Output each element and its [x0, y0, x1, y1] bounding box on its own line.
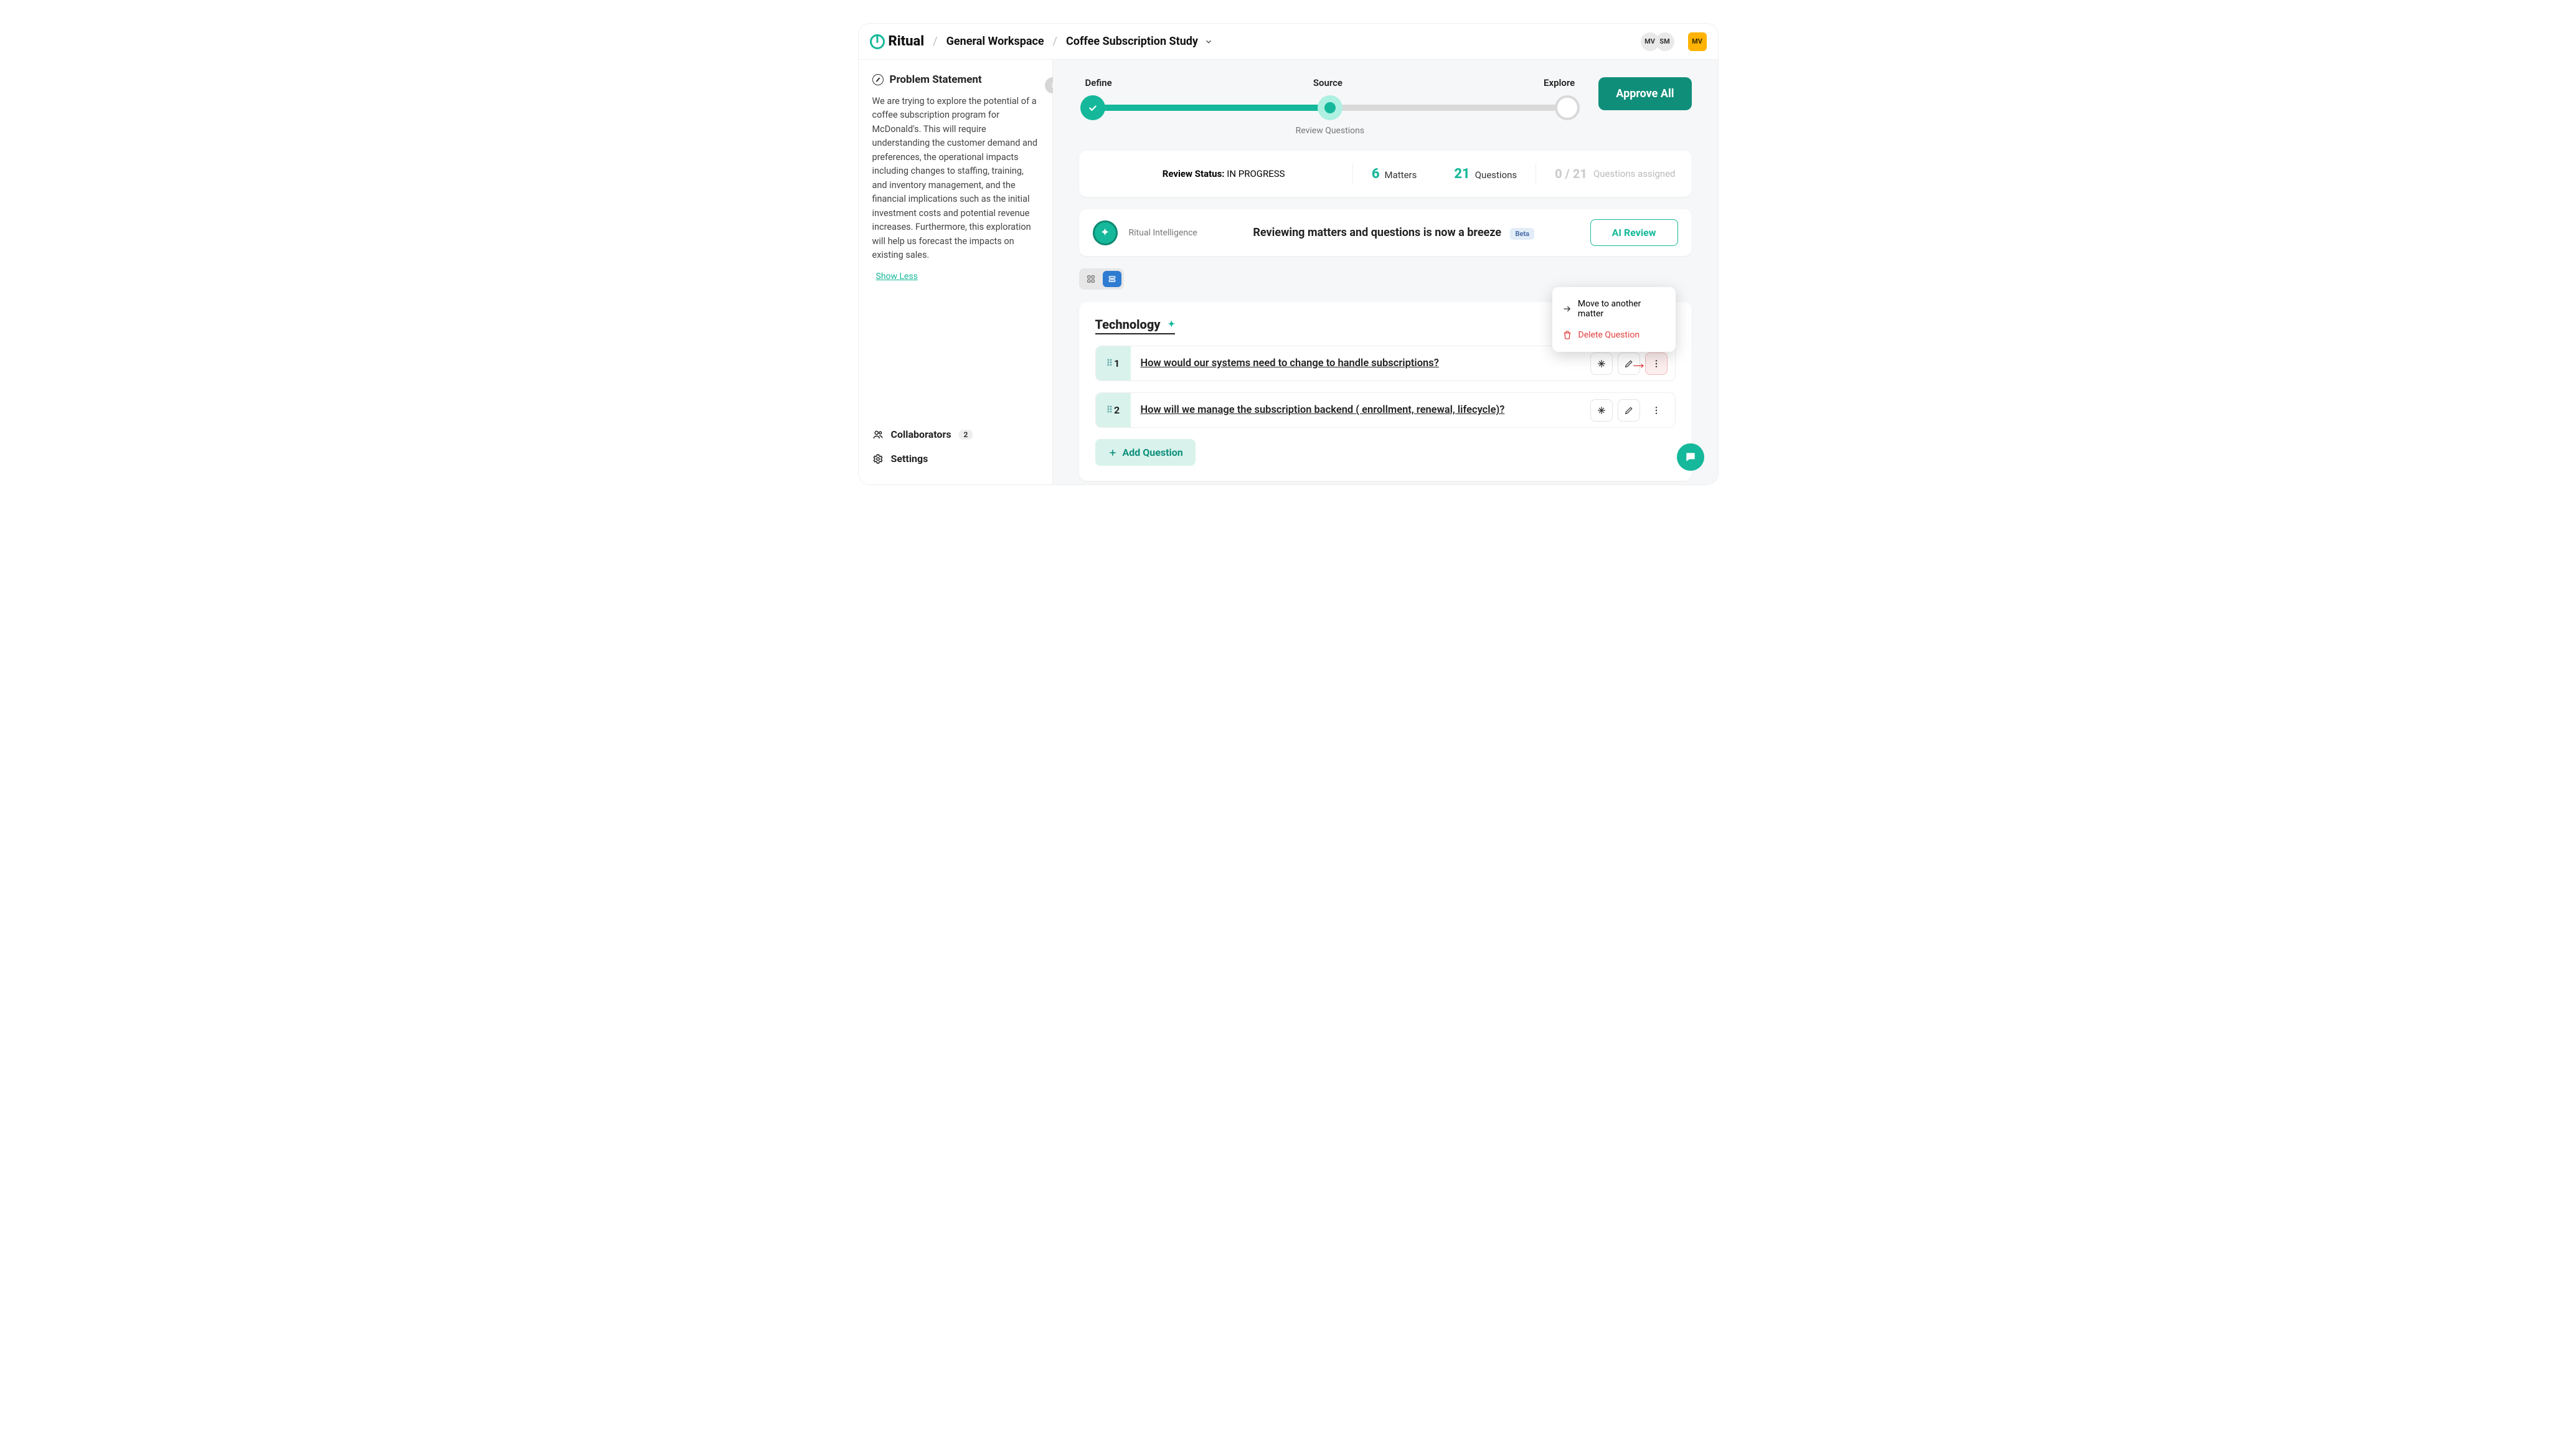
- question-text[interactable]: How would our systems need to change to …: [1131, 346, 1583, 380]
- question-context-menu: Move to another matter Delete Question: [1552, 287, 1676, 352]
- ai-review-card: ✦ Ritual Intelligence Reviewing matters …: [1079, 209, 1692, 256]
- matter-card: Technology ✦ Move to another matter Dele…: [1079, 302, 1692, 481]
- sidebar-item-settings[interactable]: Settings: [872, 447, 1039, 471]
- menu-delete-question[interactable]: Delete Question: [1552, 324, 1676, 346]
- questions-count: 21: [1454, 166, 1470, 182]
- problem-statement-title: Problem Statement: [890, 73, 982, 86]
- sidebar-item-collaborators[interactable]: Collaborators 2: [872, 422, 1039, 447]
- collaborators-label: Collaborators: [891, 428, 951, 440]
- review-status-label: Review Status:: [1163, 168, 1225, 179]
- sparkle-icon: [1597, 405, 1606, 415]
- edit-button[interactable]: [1618, 399, 1640, 422]
- view-toggle: [1079, 268, 1124, 290]
- sparkle-icon: [1597, 359, 1606, 369]
- matter-title[interactable]: Technology: [1095, 317, 1161, 332]
- add-question-button[interactable]: Add Question: [1095, 439, 1196, 466]
- pencil-icon: [1624, 405, 1634, 415]
- breadcrumb-study[interactable]: Coffee Subscription Study: [1066, 35, 1198, 48]
- gear-icon: [872, 453, 884, 465]
- ritual-logo-icon: [870, 34, 885, 49]
- step-source[interactable]: Source: [1313, 77, 1342, 88]
- chevron-down-icon[interactable]: [1204, 37, 1213, 46]
- avatar[interactable]: SM: [1656, 32, 1674, 51]
- more-options-button[interactable]: [1645, 352, 1668, 375]
- ai-sparkle-icon: ✦: [1093, 220, 1118, 245]
- sparkle-icon: ✦: [1168, 319, 1176, 329]
- trash-icon: [1562, 330, 1572, 340]
- menu-delete-label: Delete Question: [1578, 330, 1640, 340]
- main-content: Define Source Explore Review Questions: [1053, 60, 1718, 484]
- matters-label: Matters: [1385, 169, 1417, 181]
- collaborators-count: 2: [959, 430, 973, 440]
- drag-handle-icon[interactable]: ⠿: [1106, 405, 1111, 415]
- question-text[interactable]: How will we manage the subscription back…: [1131, 393, 1583, 427]
- edit-button[interactable]: [1618, 352, 1640, 375]
- questions-label: Questions: [1475, 169, 1517, 181]
- grid-icon: [1087, 275, 1095, 283]
- workflow-stepper: Define Source Explore Review Questions: [1079, 77, 1582, 136]
- list-icon: [1108, 275, 1116, 283]
- review-status-value: IN PROGRESS: [1227, 168, 1285, 179]
- ai-headline: Reviewing matters and questions is now a…: [1253, 226, 1501, 239]
- list-view-button[interactable]: [1103, 271, 1121, 287]
- assigned-count: 0 / 21: [1555, 166, 1587, 181]
- approve-all-button[interactable]: Approve All: [1598, 77, 1691, 110]
- matters-count: 6: [1372, 166, 1380, 182]
- show-less-link[interactable]: Show Less: [872, 272, 1039, 281]
- brand-logo[interactable]: Ritual: [870, 34, 925, 49]
- step-node-explore[interactable]: [1555, 95, 1580, 120]
- collaborator-avatars[interactable]: MV SM: [1641, 32, 1674, 51]
- check-icon: [1087, 102, 1098, 113]
- breadcrumb-separator: /: [1053, 35, 1057, 48]
- pencil-icon: [1624, 359, 1634, 369]
- problem-statement-body: We are trying to explore the potential o…: [859, 86, 1052, 263]
- settings-label: Settings: [891, 453, 928, 465]
- users-icon: [872, 429, 884, 440]
- add-question-label: Add Question: [1123, 447, 1183, 458]
- question-number[interactable]: ⠿ 1: [1096, 346, 1131, 380]
- plus-icon: [1108, 448, 1118, 458]
- ai-review-button[interactable]: AI Review: [1590, 219, 1678, 246]
- app-header: Ritual / General Workspace / Coffee Subs…: [859, 24, 1718, 60]
- step-node-source[interactable]: [1318, 95, 1342, 120]
- kebab-icon: [1651, 359, 1661, 369]
- assigned-label: Questions assigned: [1593, 168, 1676, 179]
- question-row: ⠿ 2 How will we manage the subscription …: [1095, 392, 1676, 428]
- step-explore[interactable]: Explore: [1544, 77, 1575, 88]
- breadcrumb-workspace[interactable]: General Workspace: [946, 35, 1044, 48]
- step-node-define[interactable]: [1080, 95, 1105, 120]
- drag-handle-icon[interactable]: ⠿: [1106, 359, 1111, 369]
- beta-badge: Beta: [1510, 228, 1534, 240]
- sidebar: Problem Statement We are trying to explo…: [859, 60, 1053, 484]
- current-user-avatar[interactable]: MV: [1688, 32, 1707, 51]
- menu-move-to-matter[interactable]: Move to another matter: [1552, 293, 1676, 324]
- sparkle-button[interactable]: [1590, 352, 1613, 375]
- menu-move-label: Move to another matter: [1578, 299, 1666, 319]
- breadcrumb-separator: /: [933, 35, 937, 48]
- grid-view-button[interactable]: [1082, 271, 1100, 287]
- step-define[interactable]: Define: [1085, 77, 1112, 88]
- review-status-card: Review Status: IN PROGRESS 6 Matters 21 …: [1079, 151, 1692, 197]
- ai-name: Ritual Intelligence: [1129, 228, 1197, 238]
- step-substep-label: Review Questions: [1079, 126, 1582, 136]
- arrow-right-icon: [1562, 304, 1572, 314]
- compass-icon: [872, 74, 884, 85]
- more-options-button[interactable]: [1645, 399, 1668, 422]
- chat-icon: [1684, 451, 1697, 463]
- sparkle-button[interactable]: [1590, 399, 1613, 422]
- chat-fab[interactable]: [1677, 443, 1704, 471]
- kebab-icon: [1651, 405, 1661, 415]
- question-number[interactable]: ⠿ 2: [1096, 393, 1131, 427]
- brand-name: Ritual: [889, 34, 925, 49]
